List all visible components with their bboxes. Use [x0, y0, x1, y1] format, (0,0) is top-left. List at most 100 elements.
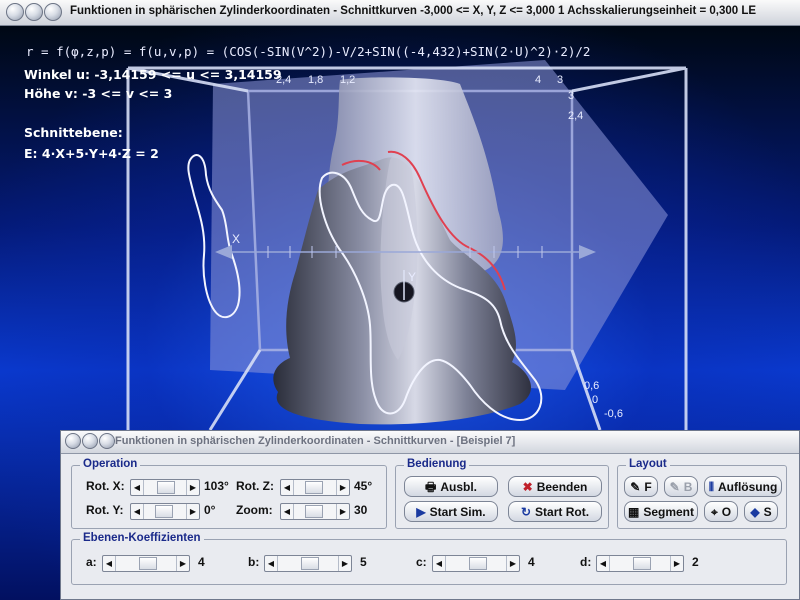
- rot-x-value: 103°: [204, 479, 229, 493]
- arrow-left-icon[interactable]: ◀: [265, 556, 278, 571]
- dialog-title: Funktionen in sphärischen Zylinderkoordi…: [115, 435, 516, 447]
- arrow-right-icon[interactable]: ▶: [670, 556, 683, 571]
- tick-label: 3: [568, 90, 575, 102]
- arrow-right-icon[interactable]: ▶: [506, 556, 519, 571]
- plane-heading: Schnittebene:: [24, 125, 123, 140]
- arrow-left-icon[interactable]: ◀: [597, 556, 610, 571]
- window-controls: [6, 3, 62, 21]
- rot-z-label: Rot. Z:: [236, 479, 274, 493]
- dialog-maximize-button[interactable]: [99, 433, 115, 449]
- formula-text: r = f(φ,z,p) = f(u,v,p) = (COS(-SIN(V^2)…: [26, 44, 591, 59]
- arrow-left-icon[interactable]: ◀: [103, 556, 116, 571]
- zoom-value: 30: [354, 503, 368, 517]
- coef-c-value: 4: [528, 555, 535, 569]
- table-icon: ▦: [627, 504, 640, 519]
- aufloesung-button[interactable]: ⦀ Auflösung: [704, 476, 782, 497]
- layout-heading: Layout: [626, 458, 670, 470]
- arrow-left-icon[interactable]: ◀: [433, 556, 446, 571]
- coef-c-label: c:: [416, 555, 427, 569]
- coef-d-value: 2: [692, 555, 699, 569]
- slider-thumb[interactable]: [305, 481, 323, 494]
- grid-lines-icon: ⦀: [708, 479, 714, 494]
- hide-icon: 🖶: [425, 479, 437, 494]
- coef-a-slider[interactable]: ◀ ▶: [102, 555, 190, 572]
- arrow-right-icon[interactable]: ▶: [336, 504, 349, 519]
- dialog-title-bar[interactable]: Funktionen in sphärischen Zylinderkoordi…: [61, 431, 799, 454]
- tick-label: 1,2: [340, 74, 356, 86]
- segment-button[interactable]: ▦ Segment: [624, 501, 698, 522]
- arrow-right-icon[interactable]: ▶: [186, 504, 199, 519]
- tick-label: -0,6: [604, 408, 623, 420]
- plane-equation: E: 4·X+5·Y+4·Z = 2: [24, 146, 159, 161]
- origin-button[interactable]: ⌖ O: [704, 501, 738, 522]
- ebenen-heading: Ebenen-Koeffizienten: [80, 532, 204, 544]
- maximize-window-button[interactable]: [44, 3, 62, 21]
- coef-a-label: a:: [86, 555, 97, 569]
- b-button[interactable]: ✎ B: [664, 476, 698, 497]
- layout-group: Layout ✎ F ✎ B ⦀ Auflösung ▦ Segment ⌖ O ◆ S: [617, 458, 787, 529]
- slider-thumb[interactable]: [469, 557, 487, 570]
- dialog-minimize-button[interactable]: [82, 433, 98, 449]
- dialog-window-controls: [65, 433, 115, 449]
- coef-d-slider[interactable]: ◀ ▶: [596, 555, 684, 572]
- coef-b-label: b:: [248, 555, 260, 569]
- close-icon: ✖: [522, 479, 533, 494]
- bedienung-heading: Bedienung: [404, 458, 470, 470]
- rot-z-value: 45°: [354, 479, 373, 493]
- rotate-icon: ↻: [520, 504, 532, 519]
- minimize-window-button[interactable]: [25, 3, 43, 21]
- x-axis-label: X: [232, 232, 241, 246]
- ausbl-button[interactable]: 🖶 Ausbl.: [404, 476, 498, 497]
- tick-label: 0,6: [584, 380, 600, 392]
- slider-thumb[interactable]: [305, 505, 323, 518]
- slider-thumb[interactable]: [633, 557, 651, 570]
- dialog-close-button[interactable]: [65, 433, 81, 449]
- slider-thumb[interactable]: [139, 557, 157, 570]
- play-icon: ▶: [416, 504, 426, 519]
- operation-group: Operation Rot. X: ◀ ▶ 103° Rot. Z: ◀ ▶ 4…: [71, 458, 387, 529]
- paint-icon: ◆: [750, 504, 760, 519]
- start-rot-button[interactable]: ↻ Start Rot.: [508, 501, 602, 522]
- tick-label: 4: [535, 74, 542, 86]
- beenden-button[interactable]: ✖ Beenden: [508, 476, 602, 497]
- height-range-text: Höhe v: -3 <= v <= 3: [24, 86, 173, 101]
- rot-x-slider[interactable]: ◀ ▶: [130, 479, 200, 496]
- arrow-left-icon[interactable]: ◀: [131, 480, 144, 495]
- angle-range-text: Winkel u: -3,14159 <= u <= 3,14159: [24, 67, 282, 82]
- rot-y-slider[interactable]: ◀ ▶: [130, 503, 200, 520]
- main-title-bar[interactable]: Funktionen in sphärischen Zylinderkoordi…: [0, 0, 800, 26]
- zoom-slider[interactable]: ◀ ▶: [280, 503, 350, 520]
- crosshair-icon: ⌖: [710, 504, 718, 519]
- arrow-left-icon[interactable]: ◀: [131, 504, 144, 519]
- slider-thumb[interactable]: [155, 505, 173, 518]
- tick-label: 1,8: [308, 74, 324, 86]
- arrow-right-icon[interactable]: ▶: [336, 480, 349, 495]
- fill-button[interactable]: ✎ F: [624, 476, 658, 497]
- slider-thumb[interactable]: [301, 557, 319, 570]
- start-sim-button[interactable]: ▶ Start Sim.: [404, 501, 498, 522]
- arrow-right-icon[interactable]: ▶: [186, 480, 199, 495]
- arrow-right-icon[interactable]: ▶: [338, 556, 351, 571]
- arrow-right-icon[interactable]: ▶: [176, 556, 189, 571]
- close-window-button[interactable]: [6, 3, 24, 21]
- coef-a-value: 4: [198, 555, 205, 569]
- rot-y-value: 0°: [204, 503, 216, 517]
- coef-d-label: d:: [580, 555, 592, 569]
- tick-label: 0: [592, 394, 599, 406]
- rot-x-label: Rot. X:: [86, 479, 125, 493]
- tick-label: 2,4: [276, 74, 292, 86]
- operation-heading: Operation: [80, 458, 141, 470]
- tick-label: 3: [557, 74, 564, 86]
- ebenen-group: Ebenen-Koeffizienten a: ◀ ▶ 4 b: ◀ ▶ 5 c…: [71, 532, 787, 585]
- slider-thumb[interactable]: [157, 481, 175, 494]
- window-title: Funktionen in sphärischen Zylinderkoordi…: [70, 5, 757, 17]
- zoom-label: Zoom:: [236, 503, 273, 517]
- arrow-left-icon[interactable]: ◀: [281, 480, 294, 495]
- rot-z-slider[interactable]: ◀ ▶: [280, 479, 350, 496]
- coef-c-slider[interactable]: ◀ ▶: [432, 555, 520, 572]
- s-button[interactable]: ◆ S: [744, 501, 778, 522]
- coef-b-slider[interactable]: ◀ ▶: [264, 555, 352, 572]
- tick-label: 2,4: [568, 110, 584, 122]
- arrow-left-icon[interactable]: ◀: [281, 504, 294, 519]
- coef-b-value: 5: [360, 555, 367, 569]
